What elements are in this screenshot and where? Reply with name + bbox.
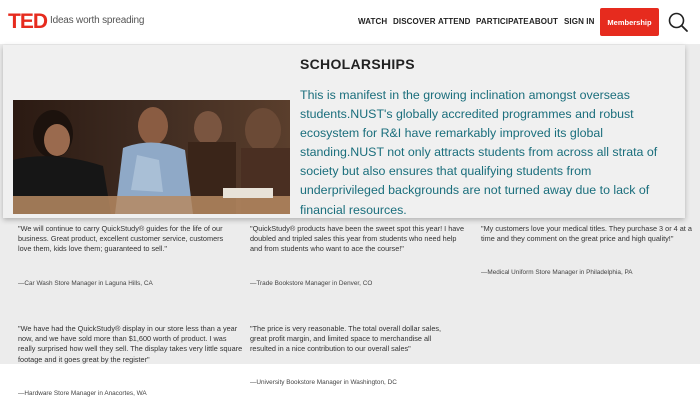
testimonial-quote: "My customers love your medical titles. … [481, 224, 692, 244]
search-icon[interactable] [667, 11, 689, 33]
testimonial-attribution: —Hardware Store Manager in Anacortes, WA [18, 390, 147, 397]
ted-logo[interactable]: TED [8, 10, 48, 34]
site-header: TED Ideas worth spreading WATCH DISCOVER… [0, 0, 700, 44]
nav-about[interactable]: ABOUT [529, 17, 558, 26]
testimonial-quote: "QuickStudy® products have been the swee… [250, 224, 465, 254]
testimonial-attribution: —Trade Bookstore Manager in Denver, CO [250, 280, 373, 287]
nav-attend[interactable]: ATTEND [438, 17, 470, 26]
testimonial-attribution: —University Bookstore Manager in Washing… [250, 379, 397, 386]
testimonial-quote: "We will continue to carry QuickStudy® g… [18, 224, 224, 254]
students-lecture-photo [13, 100, 290, 214]
scholarships-body: This is manifest in the growing inclinat… [300, 88, 658, 217]
scholarships-heading: SCHOLARSHIPS [300, 56, 415, 72]
tagline: Ideas worth spreading [50, 15, 145, 26]
testimonial-quote: "The price is very reasonable. The total… [250, 324, 442, 354]
testimonial-attribution: —Car Wash Store Manager in Laguna Hills,… [18, 280, 153, 287]
testimonial-quote: "We have had the QuickStudy® display in … [18, 324, 243, 364]
testimonial-attribution: —Medical Uniform Store Manager in Philad… [481, 269, 633, 276]
nav-sign-in[interactable]: SIGN IN [564, 17, 594, 26]
membership-button[interactable]: Membership [600, 8, 659, 36]
nav-participate[interactable]: PARTICIPATE [476, 17, 529, 26]
nav-discover[interactable]: DISCOVER [393, 17, 436, 26]
nav-watch[interactable]: WATCH [358, 17, 387, 26]
